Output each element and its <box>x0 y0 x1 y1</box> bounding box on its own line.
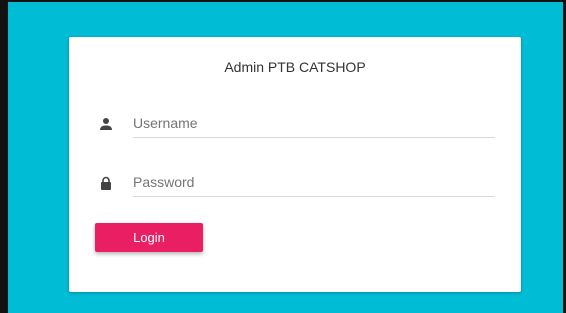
person-icon <box>99 117 113 131</box>
lock-icon <box>99 176 113 190</box>
password-input[interactable] <box>133 168 495 197</box>
username-input[interactable] <box>133 109 495 138</box>
username-field-group <box>95 109 495 139</box>
login-title: Admin PTB CATSHOP <box>224 59 366 75</box>
window-frame-left <box>0 0 8 313</box>
window-frame-top <box>0 0 566 2</box>
login-card: Admin PTB CATSHOP Login <box>69 37 521 292</box>
login-button[interactable]: Login <box>95 223 203 252</box>
password-field-group <box>95 168 495 198</box>
